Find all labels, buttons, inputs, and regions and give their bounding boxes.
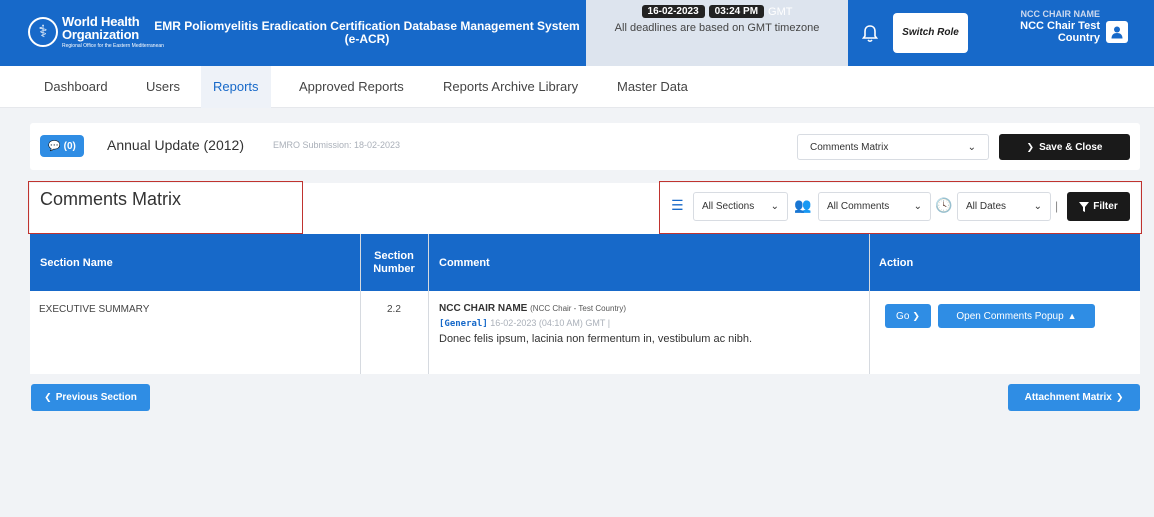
comments-count-button[interactable]: 💬 (0) <box>40 135 84 157</box>
title-highlight-box <box>28 181 303 234</box>
notification-bell-icon[interactable] <box>861 25 879 43</box>
col-section-name: Section Name <box>40 256 113 269</box>
table-header: Section Name Section Number Comment Acti… <box>30 234 1140 291</box>
user-top-label: NCC CHAIR NAME <box>1020 9 1101 19</box>
switch-role-button[interactable]: Switch Role <box>893 13 968 53</box>
report-title: Annual Update (2012) <box>107 137 244 153</box>
user-info: NCC CHAIR NAME NCC Chair Test Country <box>1020 9 1101 44</box>
app-header: ⚕ World Health Organization Regional Off… <box>0 0 1154 66</box>
commenter-name: NCC CHAIR NAME <box>439 303 528 314</box>
deadline-note: All deadlines are based on GMT timezone <box>614 22 820 34</box>
go-button[interactable]: Go ❯ <box>885 304 931 328</box>
dates-filter-select[interactable]: All Dates ⌄ <box>957 192 1051 221</box>
chevron-down-icon: ⌄ <box>967 141 976 153</box>
previous-section-label: Previous Section <box>55 392 137 403</box>
comments-count: (0) <box>63 140 76 152</box>
users-group-icon: 👥 <box>794 197 812 213</box>
attachment-matrix-label: Attachment Matrix <box>1024 392 1112 403</box>
who-logo[interactable]: ⚕ World Health Organization Regional Off… <box>28 8 164 56</box>
nav-reports-archive-library[interactable]: Reports Archive Library <box>443 66 578 108</box>
comment-tag: [General] <box>439 319 488 329</box>
chevron-left-icon: ❮ <box>44 392 52 402</box>
previous-section-button[interactable]: ❮ Previous Section <box>31 384 150 411</box>
nav-master-data[interactable]: Master Data <box>617 66 688 108</box>
user-avatar-icon[interactable] <box>1106 21 1128 43</box>
open-comments-popup-button[interactable]: Open Comments Popup ▲ <box>938 304 1095 328</box>
save-close-button[interactable]: ❯ Save & Close <box>999 134 1130 160</box>
chevron-right-icon: ❯ <box>1115 392 1124 402</box>
list-icon: ☰ <box>671 197 684 213</box>
comment-text: Donec felis ipsum, lacinia non fermentum… <box>439 333 753 345</box>
chevron-down-icon: ⌄ <box>1033 201 1042 212</box>
who-emblem-icon: ⚕ <box>28 17 58 47</box>
section-number-cell: 2.2 <box>387 304 401 315</box>
chevron-right-icon: ❯ <box>1026 141 1035 152</box>
app-title: EMR Poliomyelitis Eradication Certificat… <box>154 19 580 47</box>
filter-bar: ☰ All Sections ⌄ 👥 All Comments ⌄ 🕓 All … <box>669 192 1139 222</box>
comment-cell: NCC CHAIR NAME (NCC Chair - Test Country… <box>439 303 752 345</box>
report-header-card: 💬 (0) Annual Update (2012) EMRO Submissi… <box>30 123 1140 170</box>
clock-icon: 🕓 <box>935 197 953 213</box>
nav-users[interactable]: Users <box>146 66 180 108</box>
filter-button[interactable]: Filter <box>1067 192 1130 221</box>
sections-filter-value: All Sections <box>702 201 755 212</box>
org-name-line2: Organization <box>62 27 140 43</box>
view-select[interactable]: Comments Matrix ⌄ <box>797 134 989 160</box>
go-button-label: Go <box>896 310 910 322</box>
divider: | <box>1055 199 1059 213</box>
save-close-label: Save & Close <box>1039 141 1103 153</box>
section-name-cell: EXECUTIVE SUMMARY <box>39 304 150 315</box>
chevron-down-icon: ⌄ <box>913 201 922 212</box>
submission-date: EMRO Submission: 18-02-2023 <box>273 140 401 150</box>
org-subtitle: Regional Office for the Eastern Mediterr… <box>62 42 164 49</box>
nav-dashboard[interactable]: Dashboard <box>44 66 108 108</box>
sections-filter-select[interactable]: All Sections ⌄ <box>693 192 788 221</box>
popup-button-label: Open Comments Popup <box>956 310 1064 322</box>
view-select-value: Comments Matrix <box>810 141 889 153</box>
commenter-role: (NCC Chair - Test Country) <box>530 304 626 313</box>
attachment-matrix-button[interactable]: Attachment Matrix ❯ <box>1008 384 1140 411</box>
user-name-line2: Country <box>1057 31 1100 44</box>
funnel-icon <box>1079 201 1090 212</box>
chevron-up-icon: ▲ <box>1067 311 1077 321</box>
user-name-line1: NCC Chair Test <box>1020 19 1100 32</box>
col-section-number: Section Number <box>373 249 415 275</box>
deadline-info: 16-02-2023 03:24 PM GMT All deadlines ar… <box>586 0 848 66</box>
chevron-down-icon: ⌄ <box>770 201 779 212</box>
comment-timestamp: 16-02-2023 (04:10 AM) GMT | <box>490 318 611 328</box>
comments-filter-select[interactable]: All Comments ⌄ <box>818 192 931 221</box>
col-action: Action <box>879 256 914 269</box>
dates-filter-value: All Dates <box>966 201 1007 212</box>
nav-approved-reports[interactable]: Approved Reports <box>299 66 404 108</box>
comments-filter-value: All Comments <box>827 201 890 212</box>
nav-reports[interactable]: Reports <box>201 66 271 108</box>
current-time: 03:24 PM <box>708 5 765 18</box>
filter-button-label: Filter <box>1093 201 1118 212</box>
main-nav: Dashboard Users Reports Approved Reports… <box>0 66 1154 108</box>
timezone-label: GMT <box>768 5 793 18</box>
org-name-line1: World Health <box>62 14 140 30</box>
chevron-right-icon: ❯ <box>912 310 920 321</box>
comments-icon: 💬 <box>48 140 61 152</box>
col-comment: Comment <box>439 256 490 269</box>
current-date: 16-02-2023 <box>641 5 705 18</box>
